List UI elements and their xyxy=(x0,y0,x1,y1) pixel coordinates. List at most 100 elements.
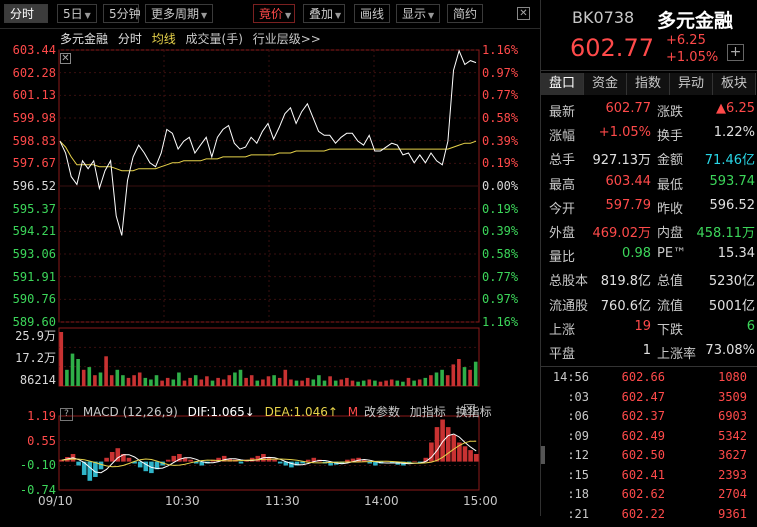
volume-axis-label: 25.9万 xyxy=(15,329,56,343)
quote-key: 下跌 xyxy=(657,322,684,338)
tab-3[interactable]: 异动 xyxy=(670,73,713,95)
toolbar-button-5[interactable]: 叠加 ▼ xyxy=(303,4,345,23)
scroll-handle[interactable] xyxy=(541,446,545,464)
switch-indicator-button[interactable]: 换指标 xyxy=(456,405,492,419)
volume-bar xyxy=(227,375,232,386)
toolbar-button-3[interactable]: 更多周期 ▼ xyxy=(145,4,213,23)
quote-value: 760.6亿 xyxy=(600,298,651,314)
tick-time: 14:56 xyxy=(552,370,589,384)
volume-bar xyxy=(104,356,108,386)
pct-axis-label: 0.77% xyxy=(482,88,519,103)
sector-code: BK0738 xyxy=(572,8,635,27)
volume-bar xyxy=(233,372,237,386)
volume-bar xyxy=(457,359,461,386)
macd-dea-line xyxy=(61,440,477,468)
price-axis-label: 597.67 xyxy=(12,156,56,171)
volume-bar xyxy=(59,332,64,386)
time-axis-label: 09/10 xyxy=(38,494,73,508)
price-change: +6.25 xyxy=(666,33,706,48)
volume-bar xyxy=(300,380,304,386)
help-icon[interactable]: ? xyxy=(60,408,73,421)
quote-value: 5230亿 xyxy=(708,274,755,290)
macd-panel-frame xyxy=(58,415,480,491)
tab-4[interactable]: 板块 xyxy=(713,73,756,95)
quote-key: 总手 xyxy=(549,153,576,169)
toolbar-button-4[interactable]: 竟价 ▼ xyxy=(253,4,295,23)
chevron-down-icon: ▼ xyxy=(285,11,292,20)
volume-bar xyxy=(126,377,131,386)
volume-bar xyxy=(249,375,254,386)
toolbar-button-1[interactable]: 5日 ▼ xyxy=(57,4,97,23)
price-axis-label: 593.06 xyxy=(12,247,56,261)
quote-value: 596.52 xyxy=(709,197,756,213)
price-axis-label: 596.52 xyxy=(12,179,56,193)
volume-bar xyxy=(272,375,276,386)
quote-key: 外盘 xyxy=(549,226,576,241)
tab-2[interactable]: 指数 xyxy=(627,73,670,95)
chevron-down-icon: ▼ xyxy=(335,11,342,20)
toolbar-button-6[interactable]: 画线 xyxy=(354,4,390,23)
volume-bar xyxy=(199,379,204,386)
time-axis-label: 11:30 xyxy=(265,494,300,508)
toolbar-close-icon[interactable]: ✕ xyxy=(517,7,530,20)
change-params-button[interactable]: 改参数 xyxy=(364,405,400,419)
quote-value: 6 xyxy=(746,318,755,334)
volume-bar xyxy=(98,372,103,386)
volume-bar xyxy=(423,377,428,386)
quote-value: 469.02万 xyxy=(592,226,652,241)
quote-row: 涨幅 +1.05% 换手 1.22% xyxy=(541,125,757,147)
tab-0[interactable]: 盘口 xyxy=(541,73,584,95)
pct-axis-label: 0.97% xyxy=(482,65,519,80)
volume-bar xyxy=(177,372,181,386)
macd-name[interactable]: MACD (12,26,9) xyxy=(83,405,178,419)
toolbar-button-2[interactable]: 5分钟 xyxy=(103,4,141,23)
volume-bar xyxy=(462,367,467,386)
volume-bar xyxy=(356,381,360,386)
toolbar-button-8[interactable]: 简约 xyxy=(447,4,483,23)
quote-value: 819.8亿 xyxy=(600,274,651,290)
quote-value: 5001亿 xyxy=(708,298,755,314)
quote-row: 今开 597.79 昨收 596.52 xyxy=(541,198,757,220)
volume-bar xyxy=(115,369,120,386)
chevron-down-icon: ▼ xyxy=(84,11,91,20)
price-axis-label: 601.13 xyxy=(12,88,56,103)
volume-bar xyxy=(434,372,439,386)
price-axis-label: 591.91 xyxy=(12,269,56,284)
volume-bar xyxy=(210,380,215,386)
volume-bar xyxy=(121,375,125,386)
volume-bar xyxy=(165,377,170,386)
volume-bar xyxy=(216,377,220,386)
volume-bar xyxy=(333,380,338,386)
volume-bar xyxy=(221,379,226,386)
tick-price: 602.37 xyxy=(621,409,665,423)
toolbar-button-0[interactable]: 分时 xyxy=(4,4,48,23)
tab-1[interactable]: 资金 xyxy=(584,73,627,95)
quote-key: 总值 xyxy=(657,274,684,290)
quote-key: PE™ xyxy=(657,246,687,262)
quote-panel: BK0738 多元金融 602.77 +6.25 +1.05% + 盘口 资金 指数… xyxy=(541,0,757,521)
quote-key: 最高 xyxy=(549,177,576,193)
tick-volume: 9361 xyxy=(718,506,747,521)
add-watchlist-button[interactable]: + xyxy=(727,44,744,61)
tick-volume: 6903 xyxy=(718,409,747,423)
pct-axis-label: 0.00% xyxy=(482,179,519,193)
quote-value: 593.74 xyxy=(709,173,756,189)
time-axis-label: 10:30 xyxy=(165,494,200,508)
tick-row: :09 602.49 5342 xyxy=(541,429,757,449)
tick-volume: 5342 xyxy=(718,428,747,443)
macd-dif: DIF:1.065↓ xyxy=(187,405,255,419)
quote-value: 15.34 xyxy=(717,246,755,262)
price-change-pct: +1.05% xyxy=(666,50,719,65)
price-axis-label: 594.21 xyxy=(12,224,56,239)
toolbar-button-7[interactable]: 显示 ▼ xyxy=(396,4,440,23)
volume-bar xyxy=(283,369,288,386)
volume-bar xyxy=(361,380,366,386)
chart-canvas xyxy=(58,49,480,491)
pct-axis-label: 0.39% xyxy=(482,224,519,239)
pct-axis-label: 0.77% xyxy=(482,269,519,284)
volume-bar xyxy=(468,369,472,386)
add-indicator-button[interactable]: 加指标 xyxy=(410,405,446,419)
quote-value: 73.08% xyxy=(705,343,755,358)
volume-bar xyxy=(143,377,148,386)
macd-axis-label: 1.19 xyxy=(27,409,56,423)
